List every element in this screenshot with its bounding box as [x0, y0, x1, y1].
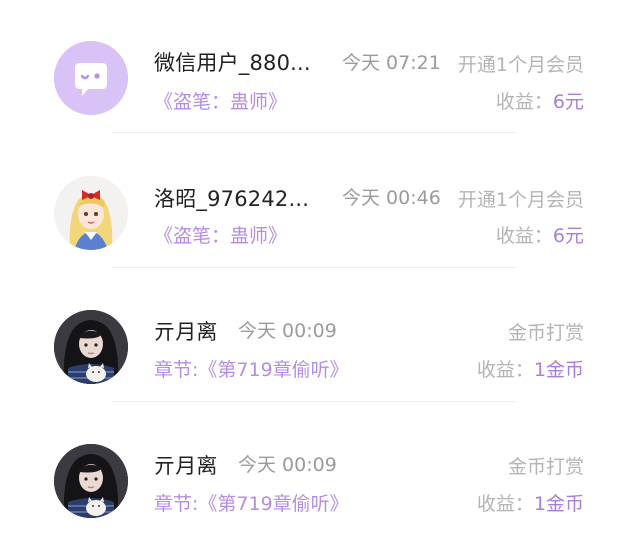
earning-value: 1金币 — [533, 359, 584, 381]
avatar[interactable] — [54, 41, 128, 115]
avatar[interactable] — [54, 310, 128, 384]
earning: 收益：1金币 — [477, 355, 584, 382]
earning-label: 收益： — [495, 91, 553, 113]
user-name: 亓月离 — [154, 320, 218, 344]
record-item[interactable]: 亓月离 今天 00:09 金币打赏 章节:《第719章偷听》 收益：1金币 — [0, 268, 640, 402]
earning-value: 1金币 — [533, 493, 584, 515]
avatar[interactable] — [54, 176, 128, 250]
work-link[interactable]: 《盗笔：蛊师》 — [154, 87, 287, 114]
record-type: 金币打赏 — [507, 456, 584, 478]
earning: 收益：6元 — [496, 87, 584, 114]
record-type: 开通1个月会员 — [457, 54, 584, 76]
earning-value: 6元 — [552, 91, 584, 113]
earning-label: 收益： — [476, 493, 534, 515]
record-time: 今天 00:46 — [342, 187, 441, 209]
girl-with-cat-avatar-image — [54, 444, 128, 518]
earning-value: 6元 — [552, 225, 584, 247]
record-type: 金币打赏 — [507, 322, 584, 344]
anime-girl-avatar-image — [54, 176, 128, 250]
earning: 收益：6元 — [496, 221, 584, 248]
record-time: 今天 00:09 — [238, 454, 337, 476]
user-name: 洛昭_976242... — [154, 187, 310, 211]
record-item[interactable]: 洛昭_976242... 今天 00:46 开通1个月会员 《盗笔：蛊师》 收益… — [0, 134, 640, 268]
user-name: 亓月离 — [154, 454, 218, 478]
record-time: 今天 00:09 — [238, 320, 337, 342]
record-item[interactable]: 亓月离 今天 00:09 金币打赏 章节:《第719章偷听》 收益：1金币 — [0, 402, 640, 536]
work-link[interactable]: 章节:《第719章偷听》 — [154, 355, 349, 382]
record-item[interactable]: 微信用户_880... 今天 07:21 开通1个月会员 《盗笔：蛊师》 收益：… — [0, 0, 640, 134]
chat-bubble-icon — [54, 41, 128, 115]
work-link[interactable]: 章节:《第719章偷听》 — [154, 489, 349, 516]
girl-with-cat-avatar-image — [54, 310, 128, 384]
earning-label: 收益： — [476, 359, 534, 381]
earning: 收益：1金币 — [477, 489, 584, 516]
record-time: 今天 07:21 — [342, 52, 441, 74]
work-link[interactable]: 《盗笔：蛊师》 — [154, 221, 287, 248]
record-type: 开通1个月会员 — [457, 189, 584, 211]
earning-label: 收益： — [495, 225, 553, 247]
avatar[interactable] — [54, 444, 128, 518]
divider — [112, 132, 516, 133]
user-name: 微信用户_880... — [154, 51, 311, 75]
